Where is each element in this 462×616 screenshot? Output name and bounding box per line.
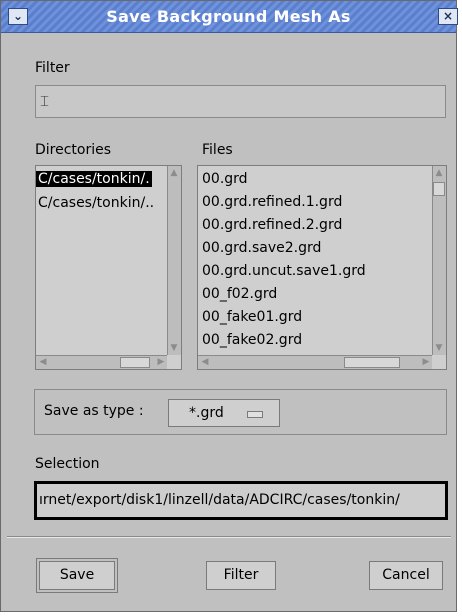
scroll-up-icon[interactable]: ▲	[168, 167, 180, 179]
selection-input[interactable]: ırnet/export/disk1/linzell/data/ADCIRC/c…	[34, 481, 448, 520]
close-icon[interactable]: ×	[438, 8, 458, 25]
file-item[interactable]: 00.grd.refined.1.grd	[202, 194, 342, 210]
scroll-left-icon[interactable]: ◀	[37, 356, 49, 368]
file-item[interactable]: 00_f02.grd	[202, 286, 277, 302]
directory-item-label: C/cases/tonkin/..	[38, 195, 155, 211]
save-button[interactable]: Save	[36, 558, 118, 593]
save-type-dropdown[interactable]: *.grd	[168, 399, 280, 427]
selection-label: Selection	[35, 456, 100, 472]
horizontal-scroll-thumb[interactable]	[120, 357, 150, 368]
save-type-group: Save as type : *.grd	[34, 389, 447, 435]
dialog-title: Save Background Mesh As	[106, 7, 351, 26]
option-menu-indicator-icon	[247, 411, 263, 418]
text-cursor-icon: ⌶	[40, 92, 50, 110]
file-item[interactable]: 00.grd.save2.grd	[202, 240, 321, 256]
scroll-down-icon[interactable]: ▼	[433, 342, 445, 354]
save-background-mesh-dialog: ⌄ Save Background Mesh As × Filter ⌶ Dir…	[0, 0, 458, 612]
directory-item[interactable]: C/cases/tonkin/.	[36, 171, 152, 187]
directory-item-label: C/cases/tonkin/.	[36, 171, 152, 187]
directory-item[interactable]: C/cases/tonkin/..	[38, 195, 154, 211]
directories-list[interactable]: C/cases/tonkin/. C/cases/tonkin/.. ▲ ▼ ◀…	[35, 165, 182, 370]
file-item[interactable]: 00_fake01.grd	[202, 309, 302, 325]
directories-vertical-scrollbar[interactable]: ▲ ▼	[167, 166, 181, 355]
directories-label: Directories	[35, 142, 112, 158]
button-area-divider	[7, 536, 451, 538]
file-item[interactable]: 00_fake02.grd	[202, 332, 302, 348]
scroll-left-icon[interactable]: ◀	[199, 356, 211, 368]
horizontal-scroll-thumb[interactable]	[344, 357, 400, 368]
scroll-up-icon[interactable]: ▲	[433, 167, 445, 179]
files-list[interactable]: 00.grd 00.grd.refined.1.grd 00.grd.refin…	[197, 165, 447, 370]
file-item[interactable]: 00.grd.uncut.save1.grd	[202, 263, 366, 279]
files-vertical-scrollbar[interactable]: ▲ ▼	[432, 166, 446, 355]
filter-label: Filter	[35, 60, 70, 76]
cancel-button[interactable]: Cancel	[369, 561, 443, 590]
filter-input[interactable]: ⌶	[35, 85, 446, 118]
scroll-right-icon[interactable]: ▶	[155, 356, 167, 368]
directories-horizontal-scrollbar[interactable]: ◀ ▶	[36, 355, 167, 369]
scroll-down-icon[interactable]: ▼	[168, 342, 180, 354]
file-item[interactable]: 00.grd.refined.2.grd	[202, 217, 342, 233]
scroll-right-icon[interactable]: ▶	[420, 356, 432, 368]
files-label: Files	[202, 142, 233, 158]
files-horizontal-scrollbar[interactable]: ◀ ▶	[198, 355, 432, 369]
title-bar[interactable]: ⌄ Save Background Mesh As ×	[1, 1, 458, 33]
save-type-label: Save as type :	[44, 403, 144, 419]
file-item[interactable]: 00.grd	[202, 171, 248, 187]
selection-input-value: ırnet/export/disk1/linzell/data/ADCIRC/c…	[39, 492, 400, 508]
vertical-scroll-thumb[interactable]	[433, 182, 445, 196]
filter-button[interactable]: Filter	[206, 561, 276, 590]
save-type-value: *.grd	[189, 405, 224, 421]
